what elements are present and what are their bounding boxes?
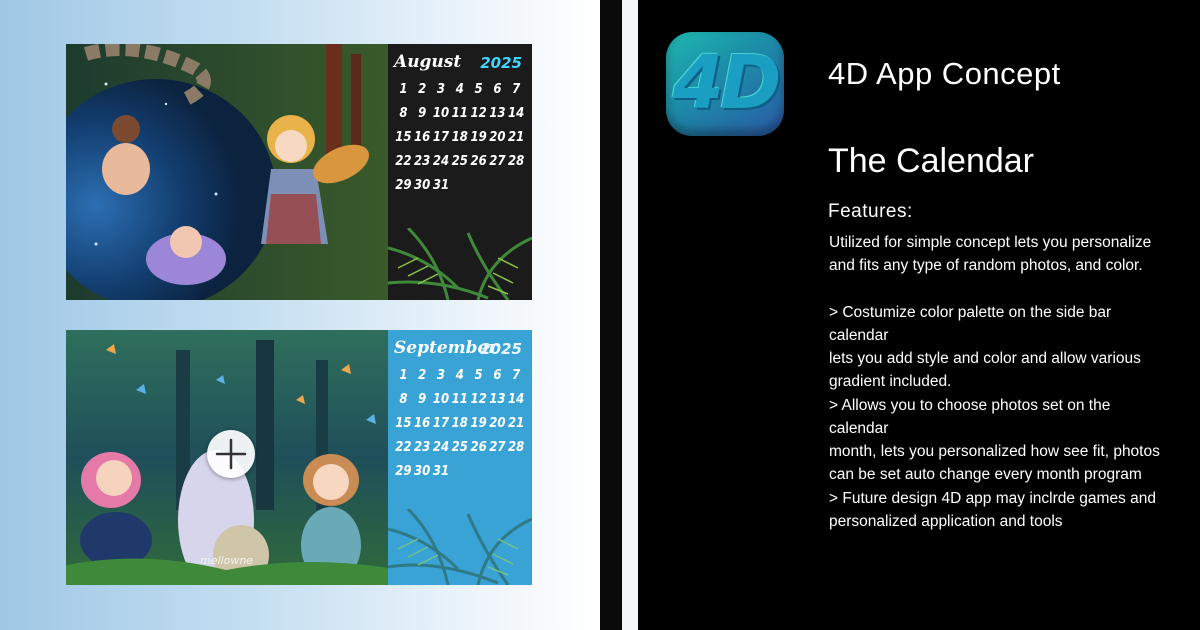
calendar-day[interactable]: 25 [450,152,469,172]
calendar-photo-september[interactable]: mellowne [66,330,388,585]
calendar-day[interactable]: 26 [469,438,488,458]
calendar-day[interactable]: 20 [488,414,507,434]
calendar-day[interactable]: 5 [469,80,488,100]
calendar-day[interactable]: 3 [432,80,451,100]
features-label: Features: [828,201,913,222]
calendar-day[interactable]: 23 [413,152,432,172]
calendar-day[interactable]: 29 [394,462,413,482]
calendar-day[interactable]: 2 [413,366,432,386]
app-title: 4D App Concept [828,56,1061,91]
calendar-card-august: August 2025 1 2 3 4 5 6 7 8 9 10 11 12 13 14 15 16 17 18 1… [66,44,532,300]
calendar-day[interactable]: 27 [488,438,507,458]
calendar-day[interactable]: 24 [432,152,451,172]
app-icon[interactable]: 4D [666,32,784,136]
calendar-day[interactable]: 21 [507,128,526,148]
calendar-day[interactable]: 22 [394,152,413,172]
calendar-day[interactable]: 20 [488,128,507,148]
calendar-day[interactable]: 29 [394,176,413,196]
calendar-day[interactable]: 8 [394,390,413,410]
feature-future-text: > Future design 4D app may inclrde games… [829,490,1156,530]
calendar-sidebar-august: August 2025 1 2 3 4 5 6 7 8 9 10 11 12 13 14 15 16 17 18 1… [388,44,532,300]
calendar-day[interactable]: 21 [507,414,526,434]
calendar-day[interactable]: 31 [432,176,451,196]
palm-leaves-decoration [388,509,532,585]
calendar-header: August 2025 [394,52,526,78]
add-photo-button[interactable] [207,430,255,478]
calendar-day[interactable]: 6 [488,80,507,100]
calendar-photo-august[interactable] [66,44,388,300]
calendar-day[interactable]: 13 [488,104,507,124]
calendar-day[interactable]: 5 [469,366,488,386]
calendar-day[interactable]: 1 [394,366,413,386]
calendar-day[interactable]: 22 [394,438,413,458]
calendar-day[interactable]: 12 [469,390,488,410]
calendar-day[interactable]: 4 [450,366,469,386]
calendar-day[interactable]: 27 [488,152,507,172]
feature-palette-text: > Costumize color palette on the side ba… [829,304,1141,390]
section-heading: The Calendar [828,142,1035,180]
plus-icon [215,438,247,470]
calendar-day[interactable]: 30 [413,462,432,482]
calendar-day[interactable]: 9 [413,104,432,124]
calendar-day[interactable]: 16 [413,414,432,434]
calendar-day[interactable]: 17 [432,414,451,434]
calendar-year: 2025 [480,54,522,72]
calendar-year: 2025 [480,340,522,358]
calendar-card-september: mellowne September 2025 1 2 3 4 5 6 7 8 9 10 11 12 1… [66,330,532,585]
calendar-sidebar-september: September 2025 1 2 3 4 5 6 7 8 9 10 11 12 13 14 15 16 17… [388,330,532,585]
calendar-day[interactable]: 7 [507,80,526,100]
calendar-day[interactable]: 31 [432,462,451,482]
calendar-day[interactable]: 25 [450,438,469,458]
app-icon-label: 4D [672,40,782,126]
calendar-day[interactable]: 14 [507,104,526,124]
calendar-day[interactable]: 28 [507,152,526,172]
calendar-day[interactable]: 18 [450,128,469,148]
calendar-day[interactable]: 3 [432,366,451,386]
calendar-day[interactable]: 6 [488,366,507,386]
calendar-day[interactable]: 17 [432,128,451,148]
calendar-day[interactable]: 8 [394,104,413,124]
calendar-month: August [394,52,462,72]
feature-intro-text: Utilized for simple concept lets you per… [829,234,1152,274]
calendar-day[interactable]: 10 [432,104,451,124]
calendar-day-grid: 1 2 3 4 5 6 7 8 9 10 11 12 13 14 15 16 17 18 19 20 21 22 23 24 2… [394,366,526,482]
calendar-day[interactable]: 26 [469,152,488,172]
calendar-day[interactable]: 2 [413,80,432,100]
calendar-day[interactable]: 19 [469,128,488,148]
palm-leaves-decoration [388,228,532,300]
calendar-day[interactable]: 13 [488,390,507,410]
calendar-day[interactable]: 14 [507,390,526,410]
calendar-day[interactable]: 15 [394,414,413,434]
calendar-header: September 2025 [394,338,526,364]
calendar-day[interactable]: 19 [469,414,488,434]
calendar-day[interactable]: 28 [507,438,526,458]
calendar-day[interactable]: 23 [413,438,432,458]
calendar-day[interactable]: 11 [450,104,469,124]
calendar-day[interactable]: 12 [469,104,488,124]
feature-photos-text: > Allows you to choose photos set on the… [829,397,1160,483]
calendar-day[interactable]: 9 [413,390,432,410]
calendar-day[interactable]: 30 [413,176,432,196]
calendar-day[interactable]: 16 [413,128,432,148]
calendar-day-grid: 1 2 3 4 5 6 7 8 9 10 11 12 13 14 15 16 17 18 19 20 21 22 23 24 2… [394,80,526,196]
panel-gap [622,0,638,630]
panel-divider [600,0,622,630]
calendar-day[interactable]: 24 [432,438,451,458]
calendar-day[interactable]: 11 [450,390,469,410]
calendar-day[interactable]: 4 [450,80,469,100]
calendar-day[interactable]: 7 [507,366,526,386]
calendar-day[interactable]: 10 [432,390,451,410]
artist-signature: mellowne [200,554,254,567]
calendar-day[interactable]: 15 [394,128,413,148]
calendar-day[interactable]: 1 [394,80,413,100]
calendar-day[interactable]: 18 [450,414,469,434]
